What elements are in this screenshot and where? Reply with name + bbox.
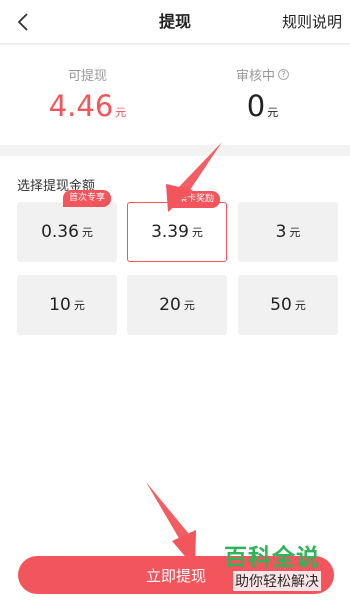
available-balance: 可提现 4.46 元 bbox=[0, 45, 175, 145]
watermark-main: 百科全说 bbox=[224, 545, 320, 571]
amount-value: 0.36 bbox=[41, 222, 79, 242]
amount-unit: 元 bbox=[183, 299, 195, 312]
amount-unit: 元 bbox=[191, 226, 203, 239]
amount-option-3[interactable]: 3 元 bbox=[238, 202, 338, 262]
watermark-sub: 助你轻松解决 bbox=[233, 571, 321, 591]
amount-unit: 元 bbox=[73, 299, 85, 312]
review-unit: 元 bbox=[267, 106, 279, 119]
amount-value: 20 bbox=[159, 295, 181, 315]
question-circle-icon[interactable]: ? bbox=[278, 69, 289, 80]
balance-summary: 可提现 4.46 元 审核中 ? 0 元 bbox=[0, 45, 350, 145]
watermark-logo: 百科全说 助你轻松解决 bbox=[224, 538, 342, 598]
amount-option-20[interactable]: 20 元 bbox=[127, 275, 227, 335]
first-time-tag: 首次专享 bbox=[62, 190, 111, 207]
amount-unit: 元 bbox=[294, 299, 306, 312]
available-unit: 元 bbox=[115, 106, 127, 119]
review-value: 0 bbox=[246, 89, 266, 123]
amount-option-0-36[interactable]: 首次专享 0.36 元 bbox=[17, 190, 117, 262]
amount-unit: 元 bbox=[289, 226, 301, 239]
nav-bar: 提现 规则说明 bbox=[0, 0, 350, 44]
amount-option-3-39[interactable]: 集卡奖励 3.39 元 bbox=[127, 191, 227, 262]
amount-value: 3.39 bbox=[151, 222, 189, 242]
amount-option-50[interactable]: 50 元 bbox=[238, 275, 338, 335]
available-value: 4.46 bbox=[48, 89, 114, 123]
amount-value: 10 bbox=[49, 295, 71, 315]
card-reward-tag: 集卡奖励 bbox=[171, 191, 220, 208]
amount-option-10[interactable]: 10 元 bbox=[17, 275, 117, 335]
rules-link[interactable]: 规则说明 bbox=[282, 0, 342, 44]
available-label: 可提现 bbox=[67, 69, 107, 84]
under-review-balance: 审核中 ? 0 元 bbox=[175, 45, 350, 145]
amount-value: 50 bbox=[270, 295, 292, 315]
review-label: 审核中 bbox=[235, 69, 275, 84]
amount-unit: 元 bbox=[81, 226, 93, 239]
amount-section: 选择提现金额 首次专享 0.36 元 集卡奖励 3.39 元 3 元 10 元 … bbox=[0, 156, 350, 602]
withdraw-button-label: 立即提现 bbox=[145, 566, 206, 585]
amount-value: 3 bbox=[275, 222, 287, 242]
